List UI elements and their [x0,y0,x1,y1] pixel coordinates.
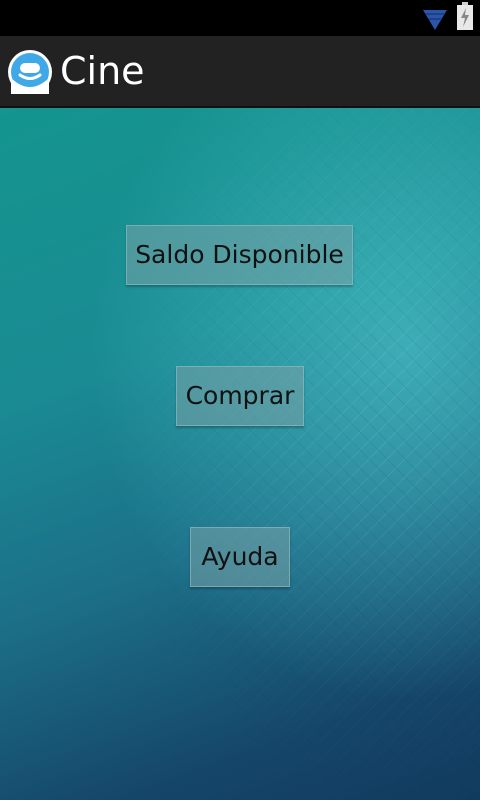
app-title: Cine [60,49,145,93]
background-pattern [0,108,480,800]
comprar-button[interactable]: Comprar [176,366,304,426]
saldo-disponible-button[interactable]: Saldo Disponible [126,225,353,285]
battery-charging-icon [457,2,473,30]
wifi-icon [423,10,447,30]
phone-screen: Cine Saldo Disponible Comprar Ayuda [0,0,480,800]
smiley-face-icon[interactable] [8,50,52,94]
status-bar [0,0,480,36]
action-bar: Cine [0,36,480,108]
main-content: Saldo Disponible Comprar Ayuda [0,108,480,800]
ayuda-button[interactable]: Ayuda [190,527,290,587]
